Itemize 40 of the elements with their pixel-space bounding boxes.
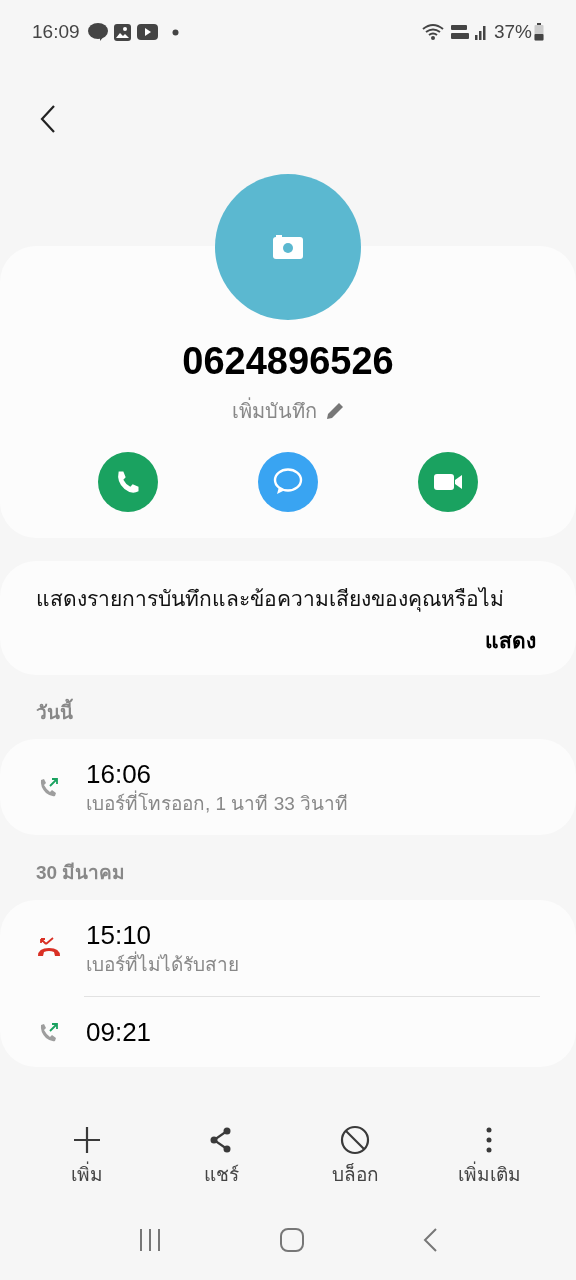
call-detail: เบอร์ที่โทรออก, 1 นาที 33 วินาที [86, 791, 349, 817]
back-icon [40, 104, 56, 134]
show-button[interactable]: แสดง [485, 625, 536, 657]
battery-icon [534, 23, 544, 41]
video-call-button[interactable] [418, 452, 478, 512]
pencil-icon [324, 401, 345, 421]
chat-app-icon [87, 23, 108, 41]
call-time: 16:06 [86, 758, 153, 790]
block-icon [340, 1125, 370, 1156]
call-row[interactable]: 15:10 เบอร์ที่ไม่ได้รับสาย [36, 899, 540, 996]
lte-signal-icon [448, 22, 489, 42]
call-button[interactable] [98, 452, 158, 512]
notification-dot-icon [171, 28, 179, 36]
date-header: 30 มีนาคม [35, 861, 127, 885]
toolbar-action[interactable]: แชร์ [166, 1125, 276, 1190]
video-play-icon [136, 24, 158, 40]
wifi-icon [420, 23, 445, 41]
missed-call-icon [36, 936, 62, 959]
gallery-icon [113, 23, 131, 41]
call-row[interactable]: 09:21 [84, 995, 540, 1067]
call-detail: เบอร์ที่ไม่ได้รับสาย [86, 951, 239, 977]
banner-text: แสดงรายการบันทึกและข้อความเสียงของคุณหรือไม่ [36, 586, 505, 614]
phone-number: 0624896526 [182, 342, 394, 380]
call-time: 09:21 [86, 1015, 152, 1049]
chat-bubble-icon [273, 468, 303, 496]
date-header: วันนี้ [0, 674, 576, 739]
status-time: 16:09 [32, 19, 80, 44]
camera-icon [273, 235, 303, 259]
toolbar-action[interactable]: บล็อก [300, 1125, 410, 1190]
battery-percent: 37% [493, 19, 532, 44]
message-button[interactable] [258, 452, 318, 512]
more-icon [485, 1126, 493, 1155]
toolbar-action[interactable]: เพิ่มเติม [434, 1125, 544, 1190]
home-icon[interactable] [279, 1227, 305, 1253]
call-time: 15:10 [86, 918, 153, 951]
toolbar-action[interactable]: เพิ่ม [32, 1125, 142, 1190]
call-row[interactable]: 16:06 เบอร์ที่โทรออก, 1 นาที 33 วินาที [36, 739, 540, 835]
plus-icon [72, 1125, 102, 1156]
back-nav-icon[interactable] [421, 1227, 438, 1253]
recent-apps-icon[interactable] [138, 1228, 163, 1252]
